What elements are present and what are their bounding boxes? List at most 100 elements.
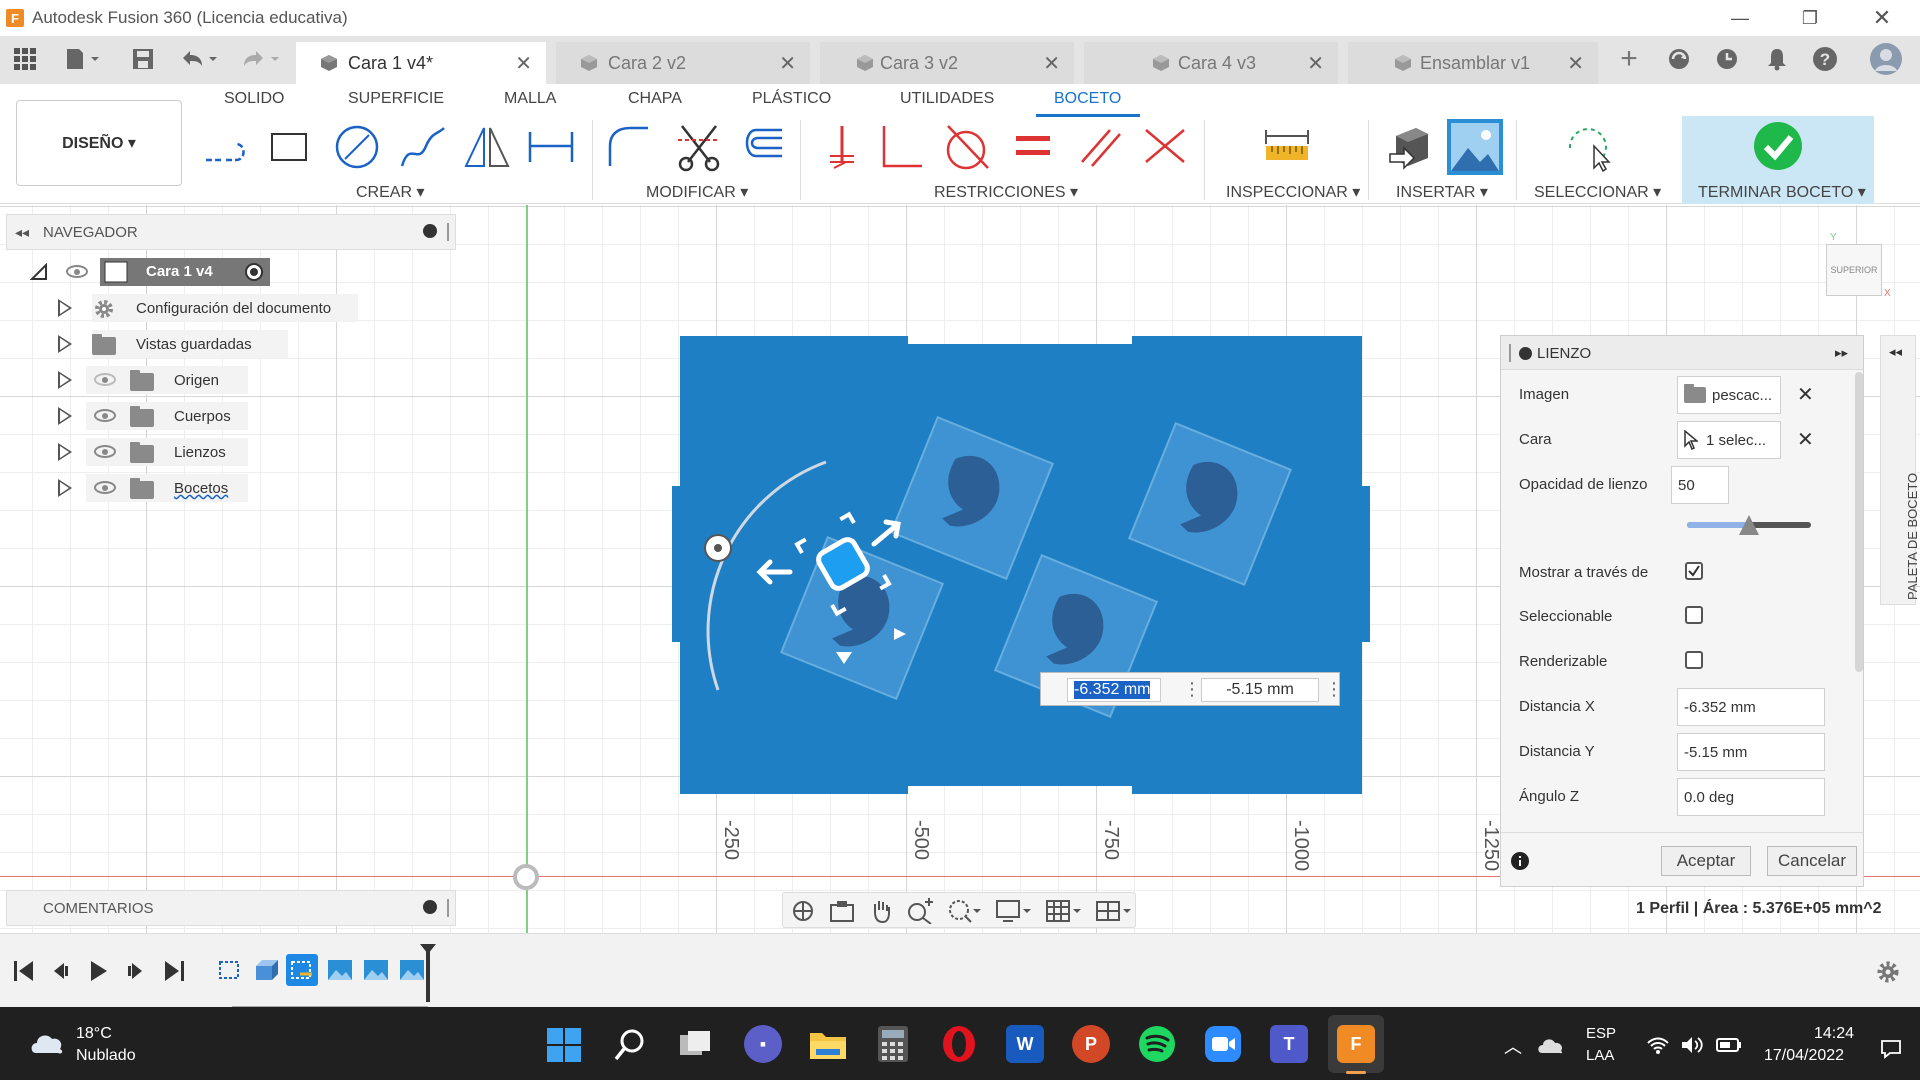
tab-cara-3[interactable]: Cara 3 v2 ✕	[820, 42, 1074, 84]
measure-ruler-icon[interactable]	[1262, 122, 1312, 172]
tab-chapa[interactable]: CHAPA	[628, 90, 682, 108]
activate-radio-icon[interactable]	[244, 262, 264, 282]
tree-item-sketches[interactable]: Bocetos	[58, 473, 248, 503]
chat-app-icon[interactable]: ▪	[744, 1025, 782, 1063]
search-icon[interactable]	[612, 1027, 648, 1063]
fillet-tool-icon[interactable]	[604, 122, 654, 172]
dimension-tool-icon[interactable]	[526, 122, 576, 172]
show-through-checkbox[interactable]	[1685, 562, 1703, 580]
cloud-weather-icon[interactable]	[28, 1027, 66, 1057]
file-menu-icon[interactable]	[60, 44, 104, 74]
collapse-navigator-icon[interactable]: ◂◂	[15, 224, 29, 241]
timeline-sketch-feature-icon[interactable]	[216, 956, 244, 984]
tab-malla[interactable]: MALLA	[504, 90, 556, 108]
clock-time[interactable]: 14:24	[1814, 1025, 1854, 1043]
go-to-start-icon[interactable]	[14, 960, 34, 982]
pan-hand-icon[interactable]	[869, 898, 893, 924]
expand-dialog-icon[interactable]: ▸▸	[1835, 345, 1848, 361]
pin-icon[interactable]	[447, 899, 449, 917]
coincident-constraint-icon[interactable]	[1140, 122, 1190, 172]
windows-start-icon[interactable]	[546, 1027, 582, 1063]
offset-tool-icon[interactable]	[736, 122, 786, 172]
spline-tool-icon[interactable]	[398, 122, 448, 172]
parallel-constraint-icon[interactable]	[1076, 122, 1126, 172]
mirror-tool-icon[interactable]	[462, 122, 512, 172]
new-tab-plus-icon[interactable]: +	[1612, 42, 1646, 75]
image-select-button[interactable]: pescac...	[1677, 376, 1781, 414]
distance-y-input[interactable]: -5.15 mm	[1201, 678, 1319, 702]
help-icon[interactable]: ?	[1808, 44, 1842, 74]
minimize-button[interactable]: —	[1710, 0, 1770, 36]
orbit-icon[interactable]	[791, 899, 815, 923]
tab-utilidades[interactable]: UTILIDADES	[900, 90, 994, 108]
timeline-extrude-feature-icon[interactable]	[252, 956, 280, 984]
battery-icon[interactable]	[1716, 1037, 1742, 1053]
wifi-icon[interactable]	[1646, 1035, 1670, 1055]
distance-x-field[interactable]: -6.352 mm	[1677, 688, 1825, 726]
close-tab-icon[interactable]: ✕	[1567, 51, 1584, 76]
visibility-eye-icon[interactable]	[94, 481, 116, 494]
expand-right-icon[interactable]	[58, 443, 72, 461]
timeline-canvas-icon[interactable]	[362, 956, 390, 984]
visibility-eye-icon[interactable]	[66, 265, 88, 278]
clock-date[interactable]: 17/04/2022	[1764, 1047, 1844, 1065]
user-avatar[interactable]	[1866, 43, 1906, 75]
clear-face-icon[interactable]: ✕	[1797, 427, 1814, 452]
undo-icon[interactable]	[176, 44, 222, 74]
zoom-window-icon[interactable]	[947, 898, 981, 924]
timeline-active-sketch-icon[interactable]	[286, 954, 318, 986]
fusion360-taskbar-icon[interactable]: F	[1337, 1025, 1375, 1063]
opera-browser-icon[interactable]	[940, 1025, 978, 1063]
angle-z-field[interactable]: 0.0 deg	[1677, 778, 1825, 816]
redo-icon[interactable]	[238, 44, 284, 74]
seleccionar-group-label[interactable]: SELECCIONAR ▾	[1534, 182, 1661, 202]
spotify-icon[interactable]	[1138, 1025, 1176, 1063]
keyboard-layout[interactable]: LAA	[1586, 1047, 1614, 1064]
select-window-icon[interactable]	[1564, 122, 1614, 172]
restricciones-group-label[interactable]: RESTRICCIONES ▾	[934, 182, 1078, 202]
insert-derive-icon[interactable]	[1386, 122, 1436, 172]
grid-settings-icon[interactable]	[1045, 898, 1081, 924]
distance-y-field[interactable]: -5.15 mm	[1677, 733, 1825, 771]
visibility-eye-icon[interactable]	[94, 409, 116, 422]
perpendicular-constraint-icon[interactable]	[876, 122, 926, 172]
tree-item-document-settings[interactable]: Configuración del documento	[58, 293, 358, 323]
onedrive-cloud-icon[interactable]	[1536, 1035, 1564, 1055]
crear-group-label[interactable]: CREAR ▾	[356, 182, 424, 202]
cancel-button[interactable]: Cancelar	[1767, 846, 1857, 876]
expand-right-icon[interactable]	[58, 407, 72, 425]
tree-item-origin[interactable]: Origen	[58, 365, 248, 395]
timeline-marker[interactable]	[426, 948, 430, 1002]
restore-button[interactable]: ❐	[1780, 0, 1840, 36]
look-at-icon[interactable]	[829, 899, 855, 923]
tab-plastico[interactable]: PLÁSTICO	[752, 90, 831, 108]
go-to-end-icon[interactable]	[164, 960, 184, 982]
tab-solido[interactable]: SOLIDO	[224, 90, 284, 108]
timeline-canvas-icon[interactable]	[326, 956, 354, 984]
language-code[interactable]: ESP	[1586, 1025, 1616, 1042]
step-back-icon[interactable]	[52, 962, 70, 980]
accept-button[interactable]: Aceptar	[1661, 846, 1751, 876]
close-tab-icon[interactable]: ✕	[515, 51, 532, 76]
equal-constraint-icon[interactable]	[1012, 122, 1062, 172]
clear-image-icon[interactable]: ✕	[1797, 382, 1814, 407]
timeline-canvas-icon[interactable]	[398, 956, 426, 984]
calculator-icon[interactable]	[876, 1025, 910, 1063]
expand-right-icon[interactable]	[58, 299, 72, 317]
tab-superficie[interactable]: SUPERFICIE	[348, 90, 444, 108]
zoom-app-icon[interactable]	[1204, 1025, 1242, 1063]
notification-center-icon[interactable]	[1880, 1039, 1902, 1059]
tab-ensamblar[interactable]: Ensamblar v1 ✕	[1348, 42, 1598, 84]
inspeccionar-group-label[interactable]: INSPECCIONAR ▾	[1226, 182, 1360, 202]
tree-root-row[interactable]: Cara 1 v4	[30, 257, 270, 287]
more-options-icon[interactable]: ⋮	[1183, 679, 1201, 700]
terminar-boceto-label[interactable]: TERMINAR BOCETO ▾	[1698, 182, 1866, 202]
notifications-bell-icon[interactable]	[1760, 44, 1794, 74]
tab-cara-4[interactable]: Cara 4 v3 ✕	[1084, 42, 1338, 84]
show-hidden-icons-chevron-icon[interactable]: ︿	[1504, 1033, 1522, 1059]
dialog-scrollbar[interactable]	[1855, 372, 1863, 672]
tree-item-bodies[interactable]: Cuerpos	[58, 401, 248, 431]
modificar-group-label[interactable]: MODIFICAR ▾	[646, 182, 748, 202]
view-cube[interactable]: SUPERIOR	[1826, 244, 1882, 296]
tab-boceto[interactable]: BOCETO	[1054, 90, 1121, 108]
